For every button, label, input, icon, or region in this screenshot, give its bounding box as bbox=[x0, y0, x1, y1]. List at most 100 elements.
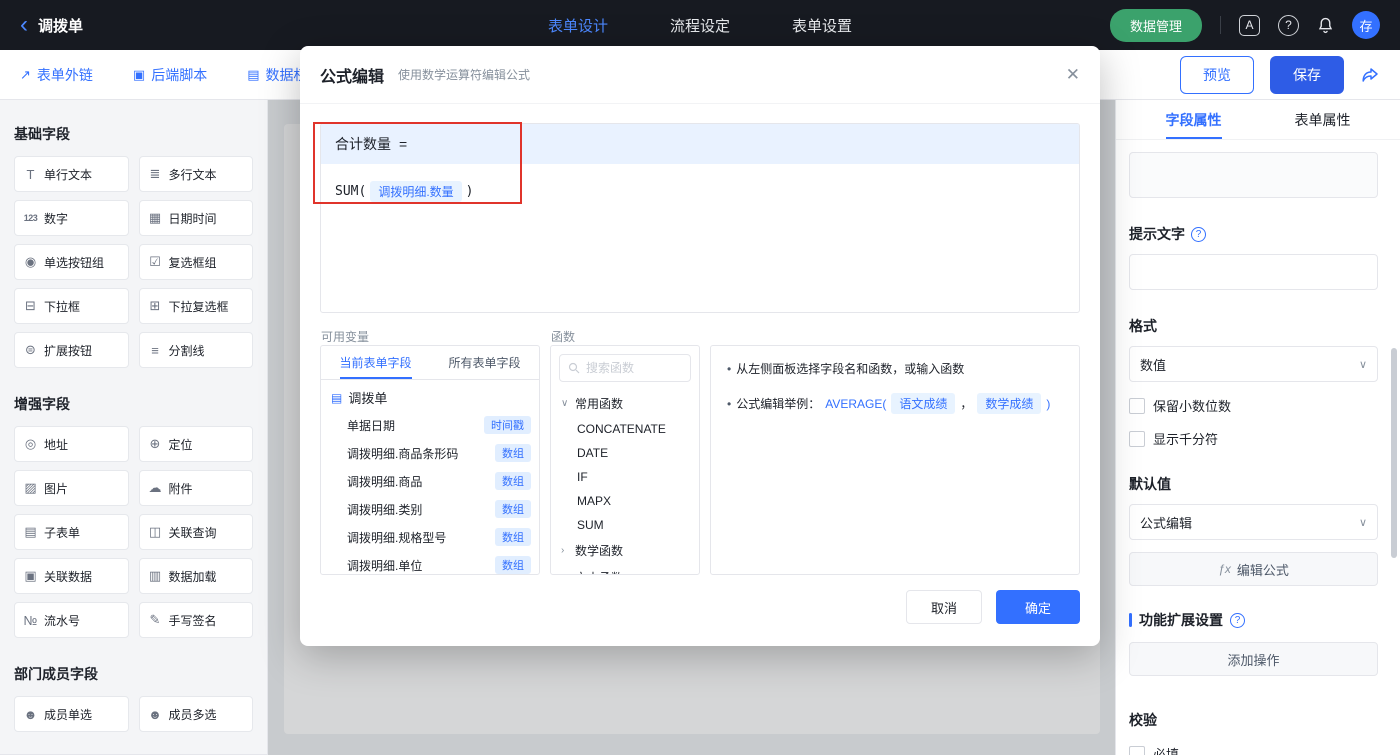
field-item-radio-group[interactable]: ◉ 单选按钮组 bbox=[14, 244, 129, 280]
cancel-button[interactable]: 取消 bbox=[906, 590, 982, 624]
field-item-subform[interactable]: ▤ 子表单 bbox=[14, 514, 129, 550]
default-value-label: 默认值 bbox=[1129, 474, 1378, 494]
field-item-member-single[interactable]: ☻ 成员单选 bbox=[14, 696, 129, 732]
tab-form-design[interactable]: 表单设计 bbox=[548, 15, 608, 36]
field-item-related-query[interactable]: ◫ 关联查询 bbox=[138, 514, 253, 550]
functions-panel-label: 函数 bbox=[551, 330, 576, 344]
tab-form-settings[interactable]: 表单设置 bbox=[792, 15, 852, 36]
tab-all-form-fields[interactable]: 所有表单字段 bbox=[430, 346, 539, 379]
formula-editor[interactable]: 合计数量 = SUM( 调拨明细.数量 ) bbox=[320, 123, 1080, 313]
field-item-extension-button[interactable]: ⊜ 扩展按钮 bbox=[14, 332, 129, 368]
function-item-mapx[interactable]: MAPX bbox=[551, 489, 699, 513]
edit-formula-button[interactable]: ƒx 编辑公式 bbox=[1129, 552, 1378, 586]
function-search-input[interactable] bbox=[586, 361, 682, 375]
close-icon[interactable]: ✕ bbox=[1066, 65, 1080, 85]
function-group-common[interactable]: ∨ 常用函数 bbox=[551, 390, 699, 417]
fx-icon: ƒx bbox=[1218, 562, 1231, 576]
field-item-number[interactable]: 123 数字 bbox=[14, 200, 129, 236]
field-item-multi-line-text[interactable]: ≣ 多行文本 bbox=[138, 156, 253, 192]
checkbox-keep-decimal-places[interactable]: 保留小数位数 bbox=[1129, 396, 1378, 415]
field-item-checkbox-group[interactable]: ☑ 复选框组 bbox=[138, 244, 253, 280]
variable-item[interactable]: 调拨明细.规格型号 数组 bbox=[321, 523, 539, 551]
checkbox-required[interactable]: 必填 bbox=[1129, 744, 1378, 755]
back-icon[interactable]: ‹ bbox=[20, 13, 28, 37]
save-button[interactable]: 保存 bbox=[1270, 55, 1344, 94]
field-item-divider[interactable]: ≡ 分割线 bbox=[138, 332, 253, 368]
divider-icon: ≡ bbox=[151, 342, 159, 358]
field-item-serial-number[interactable]: № 流水号 bbox=[14, 602, 129, 638]
dropdown-multi-icon: ⊞ bbox=[149, 298, 161, 313]
confirm-button[interactable]: 确定 bbox=[996, 590, 1080, 624]
formula-field-tag[interactable]: 调拨明细.数量 bbox=[370, 181, 462, 202]
variable-item[interactable]: 调拨明细.单位 数组 bbox=[321, 551, 539, 574]
checkbox-box[interactable] bbox=[1129, 397, 1145, 414]
variable-type-badge: 数组 bbox=[495, 444, 531, 462]
format-select-value: 数值 bbox=[1140, 357, 1167, 373]
description-box[interactable] bbox=[1129, 152, 1378, 198]
variable-item[interactable]: 调拨明细.商品条形码 数组 bbox=[321, 439, 539, 467]
tab-current-form-fields[interactable]: 当前表单字段 bbox=[321, 346, 430, 379]
field-item-location[interactable]: ⊕ 定位 bbox=[138, 426, 253, 462]
variable-item[interactable]: 单据日期 时间戳 bbox=[321, 411, 539, 439]
variable-item[interactable]: 调拨明细.商品 数组 bbox=[321, 467, 539, 495]
field-item-data-load[interactable]: ▥ 数据加载 bbox=[138, 558, 253, 594]
field-item-related-data[interactable]: ▣ 关联数据 bbox=[14, 558, 129, 594]
formula-expression[interactable]: SUM( 调拨明细.数量 ) bbox=[321, 164, 1079, 219]
checkbox-box[interactable] bbox=[1129, 430, 1145, 447]
toolbar-link-script[interactable]: ▣ 后端脚本 bbox=[133, 65, 207, 85]
toolbar-link-data-permission[interactable]: ▤ 数据权 bbox=[247, 65, 307, 85]
equals-sign: = bbox=[399, 136, 408, 152]
chevron-right-icon: › bbox=[561, 572, 569, 574]
extension-help-icon[interactable]: ? bbox=[1230, 612, 1245, 628]
field-item-signature[interactable]: ✎ 手写签名 bbox=[138, 602, 253, 638]
field-item-member-multi[interactable]: ☻ 成员多选 bbox=[138, 696, 253, 732]
format-select[interactable]: 数值 ∨ bbox=[1129, 346, 1378, 382]
field-item-label: 数字 bbox=[44, 211, 69, 226]
field-item-single-line-text[interactable]: T 单行文本 bbox=[14, 156, 129, 192]
toolbar-link-external[interactable]: ↗ 表单外链 bbox=[20, 65, 93, 85]
field-item-address[interactable]: ◎ 地址 bbox=[14, 426, 129, 462]
field-item-dropdown[interactable]: ⊟ 下拉框 bbox=[14, 288, 129, 324]
data-manage-button[interactable]: 数据管理 bbox=[1109, 8, 1202, 42]
function-item-date[interactable]: DATE bbox=[551, 441, 699, 465]
variable-name: 调拨明细.商品 bbox=[347, 474, 423, 489]
language-icon[interactable]: A bbox=[1239, 14, 1260, 36]
share-icon[interactable] bbox=[1360, 65, 1380, 85]
function-group-text[interactable]: › 文本函数 bbox=[551, 564, 699, 574]
bell-icon[interactable] bbox=[1317, 17, 1334, 34]
variable-item[interactable]: 调拨明细.类别 数组 bbox=[321, 495, 539, 523]
tab-form-properties[interactable]: 表单属性 bbox=[1258, 100, 1387, 139]
document-icon: ▤ bbox=[331, 390, 343, 405]
preview-button[interactable]: 预览 bbox=[1180, 55, 1254, 94]
add-action-button[interactable]: 添加操作 bbox=[1129, 642, 1378, 676]
hint-text-input[interactable] bbox=[1129, 254, 1378, 290]
function-group-math[interactable]: › 数学函数 bbox=[551, 537, 699, 564]
extension-settings-section: 功能扩展设置 ? bbox=[1129, 610, 1378, 630]
variable-type-badge: 数组 bbox=[495, 500, 531, 518]
function-item-if[interactable]: IF bbox=[551, 465, 699, 489]
help-icon[interactable]: ? bbox=[1278, 14, 1299, 36]
field-item-attachment[interactable]: ☁ 附件 bbox=[138, 470, 253, 506]
formula-target-label: 合计数量 bbox=[335, 136, 391, 152]
field-item-datetime[interactable]: ▦ 日期时间 bbox=[138, 200, 253, 236]
tab-flow-settings[interactable]: 流程设定 bbox=[670, 15, 730, 36]
section-title-member-fields: 部门成员字段 bbox=[14, 666, 98, 682]
hint-help-icon[interactable]: ? bbox=[1191, 226, 1206, 242]
hint-text-label: 提示文字 ? bbox=[1129, 224, 1378, 244]
default-value-select[interactable]: 公式编辑 ∨ bbox=[1129, 504, 1378, 540]
tab-field-properties[interactable]: 字段属性 bbox=[1129, 100, 1258, 139]
avatar[interactable]: 存 bbox=[1352, 11, 1380, 39]
checkbox-box[interactable] bbox=[1129, 745, 1145, 755]
function-item-concatenate[interactable]: CONCATENATE bbox=[551, 417, 699, 441]
variables-root-label: 调拨单 bbox=[348, 391, 388, 406]
checkbox-thousands-separator[interactable]: 显示千分符 bbox=[1129, 429, 1378, 448]
function-search[interactable] bbox=[559, 354, 691, 382]
field-item-label: 数据加载 bbox=[168, 569, 217, 584]
field-item-label: 地址 bbox=[44, 437, 69, 452]
panel-scrollbar-thumb[interactable] bbox=[1391, 348, 1397, 558]
field-item-dropdown-multi[interactable]: ⊞ 下拉复选框 bbox=[138, 288, 253, 324]
variables-tree-root[interactable]: ▤ 调拨单 bbox=[321, 380, 539, 411]
function-item-sum[interactable]: SUM bbox=[551, 513, 699, 537]
field-item-image[interactable]: ▨ 图片 bbox=[14, 470, 129, 506]
variable-type-badge: 时间戳 bbox=[484, 416, 531, 434]
